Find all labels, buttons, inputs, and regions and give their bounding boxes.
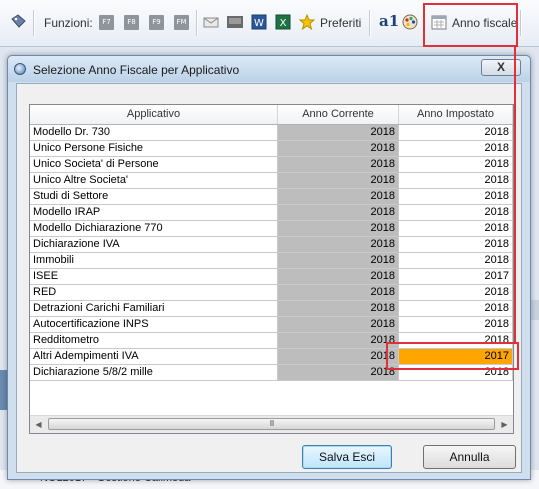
cell-anno-impostato[interactable]: 2018 (399, 301, 513, 317)
cell-anno-corrente: 2018 (278, 333, 399, 349)
dialog-title: Selezione Anno Fiscale per Applicativo (33, 63, 240, 77)
table-row[interactable]: Unico Persone Fisiche 2018 2018 (30, 141, 513, 157)
cell-applicativo[interactable]: Unico Persone Fisiche (30, 141, 278, 157)
cell-applicativo[interactable]: Autocertificazione INPS (30, 317, 278, 333)
table-row[interactable]: Immobili 2018 2018 (30, 253, 513, 269)
f7-key-button[interactable]: F7 (99, 15, 114, 30)
cell-anno-corrente: 2018 (278, 237, 399, 253)
scrollbar-thumb[interactable]: III (48, 418, 495, 430)
cell-anno-impostato[interactable]: 2018 (399, 141, 513, 157)
table-row[interactable]: Unico Altre Societa' 2018 2018 (30, 173, 513, 189)
cell-applicativo[interactable]: Redditometro (30, 333, 278, 349)
cell-anno-corrente: 2018 (278, 141, 399, 157)
cell-anno-corrente: 2018 (278, 189, 399, 205)
cell-anno-impostato[interactable]: 2018 (399, 125, 513, 141)
cell-anno-corrente: 2018 (278, 125, 399, 141)
fm-key-button[interactable]: FM (174, 15, 189, 30)
cell-applicativo[interactable]: Unico Societa' di Persone (30, 157, 278, 173)
table-row[interactable]: Unico Societa' di Persone 2018 2018 (30, 157, 513, 173)
cell-anno-impostato[interactable]: 2018 (399, 221, 513, 237)
f9-key-button[interactable]: F9 (149, 15, 164, 30)
cell-applicativo[interactable]: Modello IRAP (30, 205, 278, 221)
column-header-anno-corrente[interactable]: Anno Corrente (278, 105, 399, 124)
cell-anno-impostato[interactable]: 2018 (399, 285, 513, 301)
f8-key-button[interactable]: F8 (124, 15, 139, 30)
cell-applicativo[interactable]: Modello Dichiarazione 770 (30, 221, 278, 237)
palette-icon[interactable] (402, 14, 418, 30)
salva-esci-button[interactable]: Salva Esci (302, 445, 392, 469)
cell-applicativo[interactable]: Immobili (30, 253, 278, 269)
cell-anno-corrente: 2018 (278, 173, 399, 189)
annulla-button[interactable]: Annulla (423, 445, 516, 469)
horizontal-scrollbar[interactable]: ◀ III ▶ (30, 415, 513, 433)
a1-button[interactable]: a1 (379, 12, 399, 30)
cell-anno-corrente: 2018 (278, 285, 399, 301)
cell-applicativo[interactable]: Unico Altre Societa' (30, 173, 278, 189)
cell-anno-impostato[interactable]: 2018 (399, 205, 513, 221)
table-row[interactable]: Modello Dichiarazione 770 2018 2018 (30, 221, 513, 237)
cell-anno-impostato[interactable]: 2017 (399, 269, 513, 285)
mail-icon[interactable] (203, 14, 219, 30)
star-icon[interactable] (299, 14, 315, 30)
table-row[interactable]: RED 2018 2018 (30, 285, 513, 301)
cell-anno-corrente: 2018 (278, 253, 399, 269)
tag-icon[interactable] (10, 14, 26, 30)
svg-text:X: X (280, 18, 287, 29)
scroll-left-icon[interactable]: ◀ (30, 416, 47, 433)
cell-anno-impostato[interactable]: 2018 (399, 237, 513, 253)
cell-anno-corrente: 2018 (278, 221, 399, 237)
cell-anno-corrente: 2018 (278, 301, 399, 317)
cell-applicativo[interactable]: ISEE (30, 269, 278, 285)
table-row[interactable]: ISEE 2018 2017 (30, 269, 513, 285)
grid-header: Applicativo Anno Corrente Anno Impostato (30, 105, 513, 125)
anno-fiscale-highlight (423, 3, 518, 47)
anno-impostato-highlight (386, 342, 519, 370)
cell-anno-corrente: 2018 (278, 365, 399, 381)
cell-applicativo[interactable]: Detrazioni Carichi Familiari (30, 301, 278, 317)
cell-applicativo[interactable]: Studi di Settore (30, 189, 278, 205)
funzioni-label: Funzioni: (44, 16, 93, 30)
svg-text:W: W (254, 18, 264, 29)
cell-anno-corrente: 2018 (278, 317, 399, 333)
cell-anno-corrente: 2018 (278, 349, 399, 365)
cell-anno-impostato[interactable]: 2018 (399, 157, 513, 173)
cell-applicativo[interactable]: Altri Adempimenti IVA (30, 349, 278, 365)
cell-anno-impostato[interactable]: 2018 (399, 253, 513, 269)
scroll-right-icon[interactable]: ▶ (496, 416, 513, 433)
cell-applicativo[interactable]: Modello Dr. 730 (30, 125, 278, 141)
cell-anno-corrente: 2018 (278, 157, 399, 173)
table-row[interactable]: Studi di Settore 2018 2018 (30, 189, 513, 205)
table-row[interactable]: Modello Dr. 730 2018 2018 (30, 125, 513, 141)
table-row[interactable]: Modello IRAP 2018 2018 (30, 205, 513, 221)
scrollbar-grip: III (269, 419, 275, 428)
table-row[interactable]: Detrazioni Carichi Familiari 2018 2018 (30, 301, 513, 317)
cell-anno-impostato[interactable]: 2018 (399, 317, 513, 333)
anno-fiscale-dialog: Selezione Anno Fiscale per Applicativo X… (7, 55, 531, 480)
cell-applicativo[interactable]: RED (30, 285, 278, 301)
excel-icon[interactable]: X (275, 14, 291, 30)
preferiti-button[interactable]: Preferiti (320, 14, 361, 32)
anno-fiscale-grid: Applicativo Anno Corrente Anno Impostato… (29, 104, 514, 434)
cell-anno-corrente: 2018 (278, 269, 399, 285)
cell-applicativo[interactable]: Dichiarazione 5/8/2 mille (30, 365, 278, 381)
table-row[interactable]: Dichiarazione IVA 2018 2018 (30, 237, 513, 253)
column-header-anno-impostato[interactable]: Anno Impostato (399, 105, 513, 124)
cell-anno-impostato[interactable]: 2018 (399, 189, 513, 205)
cell-applicativo[interactable]: Dichiarazione IVA (30, 237, 278, 253)
cell-anno-corrente: 2018 (278, 205, 399, 221)
column-header-applicativo[interactable]: Applicativo (30, 105, 278, 124)
app-logo-icon (14, 63, 26, 75)
table-row[interactable]: Autocertificazione INPS 2018 2018 (30, 317, 513, 333)
highlight-connector (514, 46, 516, 344)
dialog-titlebar[interactable]: Selezione Anno Fiscale per Applicativo X (8, 56, 530, 82)
com-icon[interactable] (227, 14, 243, 30)
cell-anno-impostato[interactable]: 2018 (399, 173, 513, 189)
dialog-body: Applicativo Anno Corrente Anno Impostato… (16, 83, 522, 473)
word-icon[interactable]: W (251, 14, 267, 30)
